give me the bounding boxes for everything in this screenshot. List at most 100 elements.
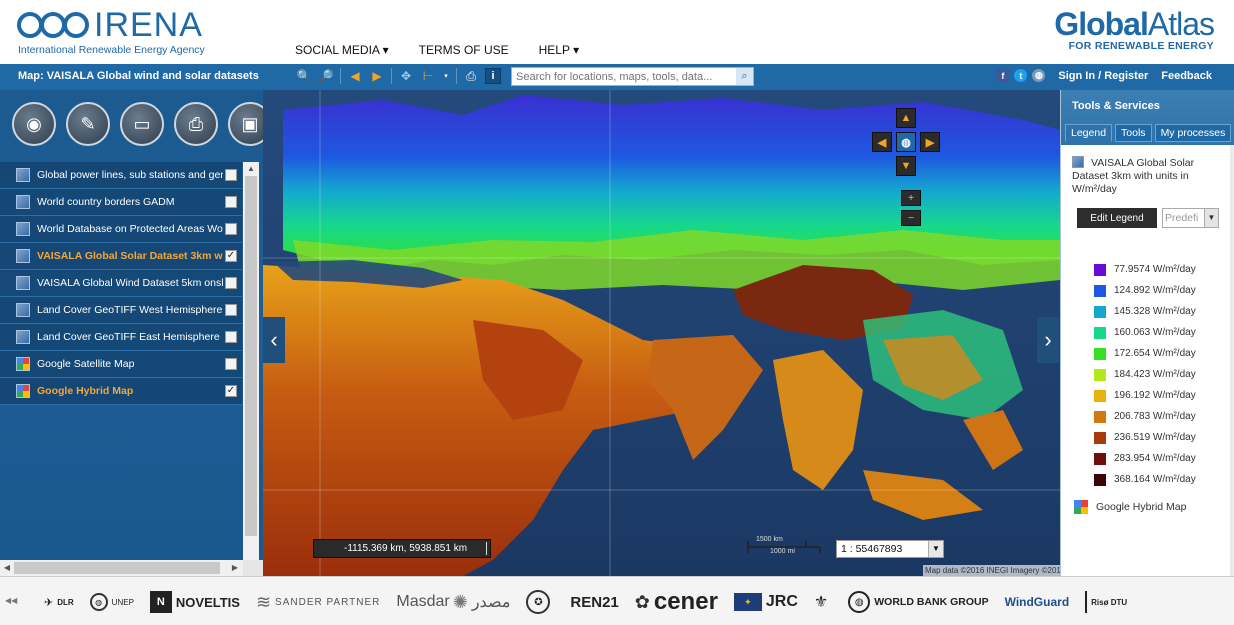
page-root: IRENA International Renewable Energy Age… — [0, 0, 1234, 625]
layer-list-horizontal-scrollbar[interactable]: ◀ ▶ — [0, 560, 243, 576]
pan-down-icon[interactable]: ▼ — [896, 156, 916, 176]
measure-icon[interactable]: ⊢ — [420, 68, 436, 84]
pan-right-icon[interactable]: ▶ — [920, 132, 940, 152]
layer-row[interactable]: Google Satellite Map — [0, 351, 242, 378]
layer-row[interactable]: VAISALA Global Solar Dataset 3km wi ✓ — [0, 243, 242, 270]
menu-social-media[interactable]: SOCIAL MEDIA ▾ — [295, 43, 389, 57]
menu-terms-of-use[interactable]: TERMS OF USE — [419, 43, 509, 57]
scroll-left-icon[interactable]: ◀ — [0, 560, 14, 576]
unep-logo-icon: ◍ — [89, 593, 108, 611]
partner-crest[interactable]: ⚜ — [814, 589, 832, 615]
partner-unep[interactable]: ◍ UNEP — [89, 589, 134, 615]
right-panel-scrollbar[interactable] — [1230, 145, 1234, 576]
legend-label: 236.519 W/m²/day — [1114, 432, 1196, 443]
partner-dlr[interactable]: ✈ DLR — [44, 589, 74, 615]
google-maps-icon — [16, 384, 30, 398]
layer-icon — [16, 330, 30, 344]
layer-row[interactable]: Land Cover GeoTIFF East Hemisphere Geo — [0, 324, 242, 351]
tab-my-processes[interactable]: My processes — [1154, 124, 1232, 142]
tab-tools[interactable]: Tools — [1115, 124, 1152, 142]
edit-legend-button[interactable]: Edit Legend — [1077, 208, 1157, 228]
zoom-in-map-icon[interactable]: + — [901, 190, 921, 206]
global-atlas-logo[interactable]: GlobalAtlas FOR RENEWABLE ENERGY — [1054, 6, 1215, 52]
back-arrow-icon[interactable]: ◀ — [347, 68, 363, 84]
print-tool-icon[interactable]: ⎙ — [174, 102, 218, 146]
save-tool-icon[interactable]: ▣ — [228, 102, 263, 146]
legend-item: 368.164 W/m²/day — [1094, 469, 1196, 490]
menu-help[interactable]: HELP ▾ — [539, 43, 580, 57]
forward-arrow-icon[interactable]: ▶ — [369, 68, 385, 84]
measure-dropdown-icon[interactable]: ▾ — [442, 68, 450, 84]
scale-select[interactable]: 1 : 55467893 ▼ — [836, 540, 944, 558]
layer-checkbox[interactable] — [225, 169, 237, 181]
scroll-right-icon[interactable]: ▶ — [228, 560, 242, 576]
sign-in-link[interactable]: Sign In / Register — [1058, 70, 1148, 82]
layer-row[interactable]: Land Cover GeoTIFF West Hemisphere Geo — [0, 297, 242, 324]
legend-label: 160.063 W/m²/day — [1114, 327, 1196, 338]
chevron-down-icon[interactable]: ▼ — [928, 541, 943, 557]
search-icon[interactable]: ⌕ — [736, 68, 753, 85]
pan-up-icon[interactable]: ▲ — [896, 108, 916, 128]
partner-noveltis[interactable]: N NOVELTIS — [149, 589, 240, 615]
footer-prev-icon[interactable]: ◀◀ — [5, 596, 17, 605]
twitter-icon[interactable]: t — [1014, 69, 1028, 82]
pan-icon[interactable]: ✥ — [398, 68, 414, 84]
layer-icon — [1072, 156, 1084, 168]
layer-checkbox[interactable] — [225, 331, 237, 343]
scroll-thumb[interactable] — [245, 176, 257, 536]
feedback-link[interactable]: Feedback — [1161, 70, 1212, 82]
layer-icon — [16, 249, 30, 263]
partner-windguard[interactable]: WindGuard — [1005, 589, 1070, 615]
layer-row[interactable]: World country borders GADM — [0, 189, 242, 216]
partner-ren21[interactable]: REN21 — [570, 589, 618, 615]
partner-label: Risø DTU — [1091, 597, 1128, 607]
layer-row[interactable]: VAISALA Global Wind Dataset 5km onshore — [0, 270, 242, 297]
layer-checkbox[interactable] — [225, 277, 237, 289]
masdar-logo-icon: ✺ — [452, 591, 468, 612]
layer-checkbox[interactable] — [225, 223, 237, 235]
collapse-left-panel-icon[interactable]: ‹ — [263, 317, 285, 363]
facebook-icon[interactable]: f — [996, 69, 1010, 82]
pencil-tool-icon[interactable]: ✎ — [66, 102, 110, 146]
scroll-up-icon[interactable]: ▲ — [243, 162, 259, 176]
layer-list-vertical-scrollbar[interactable]: ▲ ▼ — [243, 162, 259, 576]
folder-tool-icon[interactable]: ▭ — [120, 102, 164, 146]
layer-checkbox[interactable]: ✓ — [225, 385, 237, 397]
legend-swatch — [1094, 410, 1106, 423]
irena-logo[interactable]: IRENA International Renewable Energy Age… — [16, 6, 216, 58]
layer-checkbox[interactable] — [225, 196, 237, 208]
search-input[interactable] — [512, 68, 736, 85]
layer-row[interactable]: World Database on Protected Areas World … — [0, 216, 242, 243]
print-icon[interactable]: ⎙ — [463, 68, 479, 84]
zoom-in-icon[interactable]: 🔍 — [296, 68, 312, 84]
layer-label: World Database on Protected Areas World … — [37, 223, 223, 235]
layer-checkbox[interactable] — [225, 358, 237, 370]
world-bank-logo-icon: ◍ — [848, 591, 871, 613]
tab-legend[interactable]: Legend — [1065, 124, 1113, 142]
pan-left-icon[interactable]: ◀ — [872, 132, 892, 152]
layer-row[interactable]: Global power lines, sub stations and gen… — [0, 162, 242, 189]
partner-masdar[interactable]: Masdar ✺ مصدر — [396, 589, 510, 615]
predefined-select[interactable]: Predefi ▼ — [1162, 208, 1219, 228]
globe-icon[interactable]: ◍ — [1032, 69, 1046, 82]
pan-reset-icon[interactable]: ◍ — [896, 132, 916, 152]
layer-row[interactable]: Google Hybrid Map ✓ — [0, 378, 242, 405]
chevron-down-icon[interactable]: ▼ — [1204, 209, 1218, 227]
partner-emblem[interactable]: ✪ — [526, 589, 554, 615]
layer-icon — [16, 222, 30, 236]
legend-item: 160.063 W/m²/day — [1094, 322, 1196, 343]
collapse-right-panel-icon[interactable]: › — [1037, 317, 1059, 363]
zoom-out-icon[interactable]: 🔎 — [318, 68, 334, 84]
layer-checkbox[interactable]: ✓ — [225, 250, 237, 262]
zoom-out-map-icon[interactable]: − — [901, 210, 921, 226]
scroll-thumb[interactable] — [14, 562, 220, 574]
partner-world-bank[interactable]: ◍ WORLD BANK GROUP — [848, 589, 989, 615]
coordinate-text: -1115.369 km, 5938.851 km — [344, 543, 468, 554]
layer-checkbox[interactable] — [225, 304, 237, 316]
partner-jrc[interactable]: ✦ JRC — [733, 589, 798, 615]
partner-sander[interactable]: ≋ SANDER PARTNER — [256, 589, 380, 615]
info-icon[interactable]: i — [485, 68, 501, 84]
partner-cener[interactable]: ✿ cener — [635, 588, 718, 615]
partner-riso-dtu[interactable]: Risø DTU — [1085, 589, 1127, 615]
globe-tool-icon[interactable]: ◉ — [12, 102, 56, 146]
